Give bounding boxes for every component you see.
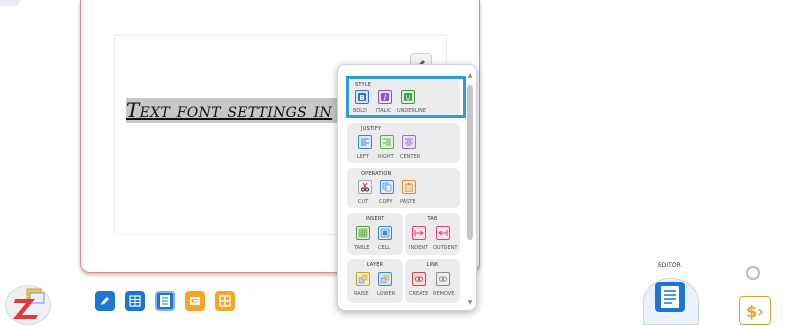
link-create-label: CREATE <box>409 291 429 297</box>
editor-label: EDITOR <box>658 262 681 269</box>
cell-icon <box>380 228 390 238</box>
align-right-label: RIGHT <box>378 154 394 160</box>
cut-button[interactable] <box>358 180 372 194</box>
align-left-label: LEFT <box>357 154 369 160</box>
presentation-icon <box>190 297 200 305</box>
copy-label: COPY <box>379 199 393 205</box>
operation-group-title: OPERATION <box>361 171 392 177</box>
table-label: TABLE <box>354 245 370 251</box>
panel-scrollbar[interactable]: ▲ ▼ <box>467 73 473 306</box>
insert-group: INSERT TABLE CELL <box>347 213 403 255</box>
lower-label: LOWER <box>377 291 396 297</box>
indent-icon <box>414 230 424 236</box>
dollar-button[interactable]: $› <box>739 296 771 325</box>
document-app-button[interactable] <box>155 291 175 311</box>
spreadsheet-app-button[interactable] <box>125 291 145 311</box>
link-remove-icon <box>438 276 448 282</box>
link-group: LINK CREATE REMOVE <box>405 259 460 303</box>
align-right-icon <box>383 138 391 146</box>
copy-button[interactable] <box>380 180 394 194</box>
link-remove-label: REMOVE <box>433 291 455 297</box>
justify-group: JUSTIFY LEFT RIGHT CENTER <box>347 123 460 163</box>
align-center-icon <box>405 138 413 146</box>
lower-icon <box>380 274 390 284</box>
selected-text[interactable]: Text font settings in <box>126 98 356 123</box>
insert-group-title: INSERT <box>365 216 385 222</box>
document-icon <box>160 295 170 307</box>
raise-icon <box>358 274 368 284</box>
indent-label: INDENT <box>409 245 429 251</box>
document-lines-icon <box>661 286 679 308</box>
raise-button[interactable] <box>356 272 370 286</box>
scissors-icon <box>361 182 369 192</box>
style-group-highlight <box>346 76 466 118</box>
paste-icon <box>405 183 413 192</box>
link-create-icon <box>414 276 424 282</box>
cut-label: CUT <box>358 199 369 205</box>
copy-icon <box>382 182 392 192</box>
align-right-button[interactable] <box>380 135 394 149</box>
align-left-button[interactable] <box>358 135 372 149</box>
align-center-label: CENTER <box>400 154 421 160</box>
table-icon <box>358 228 368 238</box>
outdent-button[interactable] <box>436 226 450 240</box>
tab-group: TAB INDENT OUTDENT <box>405 213 460 255</box>
scroll-thumb[interactable] <box>467 85 473 240</box>
presentation-app-button[interactable] <box>185 291 205 311</box>
link-group-title: LINK <box>426 262 439 268</box>
pencil-icon <box>101 297 109 305</box>
table-button[interactable] <box>356 226 370 240</box>
editor-document-icon[interactable] <box>655 282 685 312</box>
scroll-up-arrow-icon[interactable]: ▲ <box>467 73 473 79</box>
outdent-icon <box>438 230 448 236</box>
align-left-icon <box>361 138 369 146</box>
grid-icon <box>219 295 231 307</box>
refresh-icon[interactable] <box>746 266 760 280</box>
link-remove-button[interactable] <box>436 272 450 286</box>
outdent-label: OUTDENT <box>433 245 458 251</box>
operation-group: OPERATION CUT COPY PASTE <box>347 168 460 208</box>
scroll-down-arrow-icon[interactable]: ▼ <box>467 300 473 306</box>
tab-group-title: TAB <box>427 216 438 222</box>
cell-button[interactable] <box>378 226 392 240</box>
grid-app-button[interactable] <box>215 291 235 311</box>
raise-label: RAISE <box>354 291 369 297</box>
app-logo-button[interactable] <box>5 285 51 325</box>
cell-label: CELL <box>378 245 391 251</box>
align-center-button[interactable] <box>402 135 416 149</box>
paste-button[interactable] <box>402 180 416 194</box>
spreadsheet-icon <box>129 295 141 307</box>
justify-group-title: JUSTIFY <box>361 126 382 132</box>
layer-group-title: LAYER <box>366 262 384 268</box>
lower-button[interactable] <box>378 272 392 286</box>
layer-group: LAYER RAISE LOWER <box>347 259 403 303</box>
edit-app-button[interactable] <box>95 291 115 311</box>
link-create-button[interactable] <box>412 272 426 286</box>
top-left-tab[interactable] <box>0 0 20 6</box>
z-logo-icon <box>13 288 45 319</box>
indent-button[interactable] <box>412 226 426 240</box>
paste-label: PASTE <box>400 199 416 205</box>
